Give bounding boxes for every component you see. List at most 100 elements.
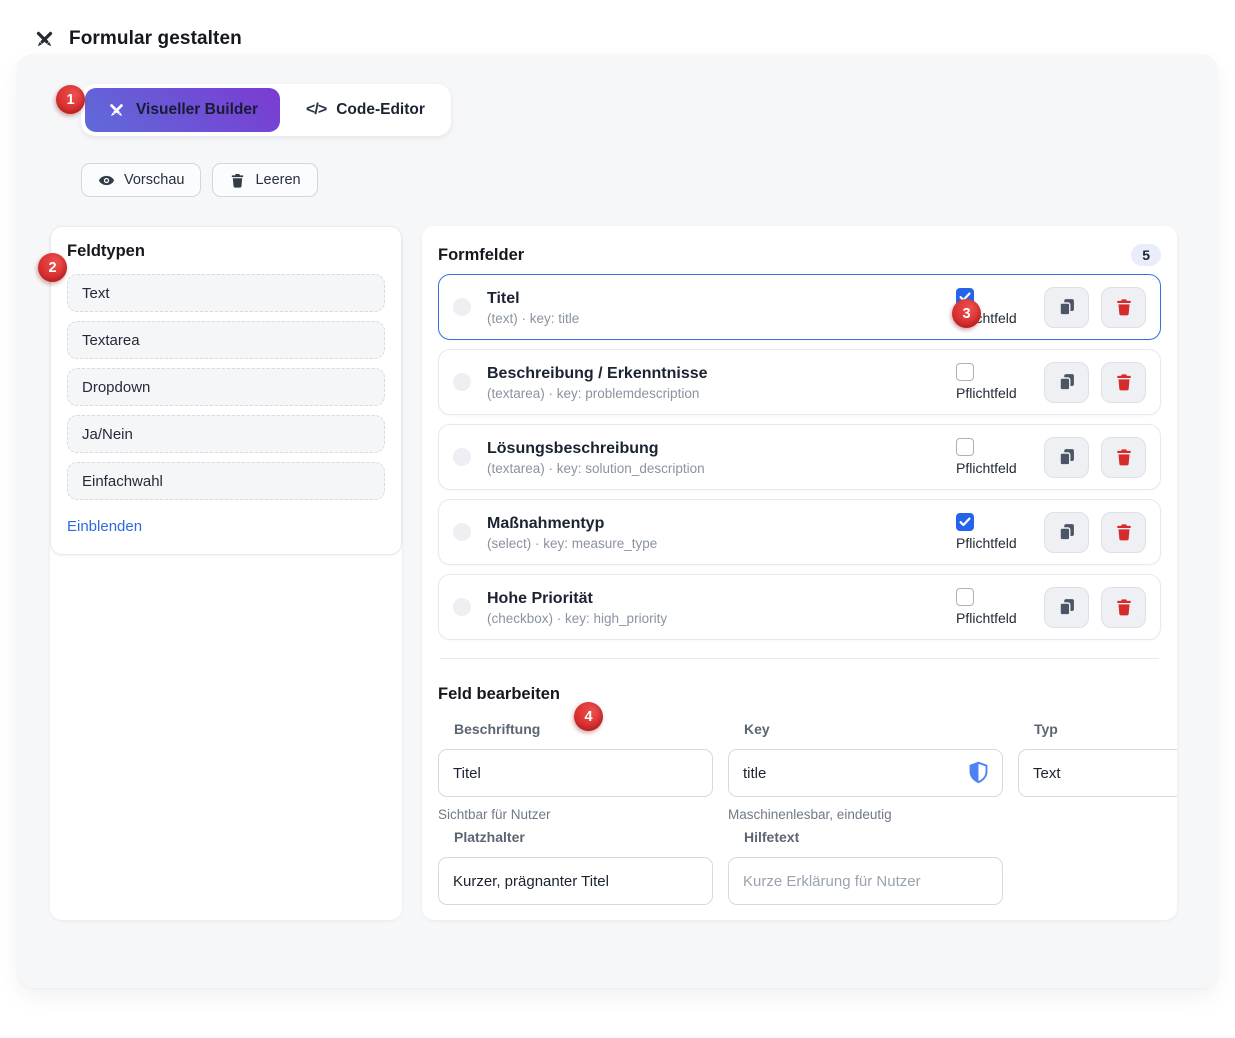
key-input[interactable] bbox=[728, 749, 1003, 797]
fieldtype-item-dropdown[interactable]: Dropdown bbox=[67, 368, 385, 406]
field-row-controls: Pflichtfeld bbox=[956, 362, 1146, 403]
placeholder-field-label: Platzhalter bbox=[438, 829, 713, 847]
required-block: Pflichtfeld bbox=[956, 513, 1032, 551]
tab-visual-builder[interactable]: Visueller Builder bbox=[85, 88, 280, 132]
fieldtype-item-singlechoice[interactable]: Einfachwahl bbox=[67, 462, 385, 500]
copy-icon bbox=[1057, 522, 1077, 542]
fieldtypes-panel: Feldtypen Text Textarea Dropdown Ja/Nein… bbox=[50, 226, 402, 920]
required-checkbox[interactable] bbox=[956, 363, 974, 381]
copy-icon bbox=[1057, 372, 1077, 392]
fieldtypes-title: Feldtypen bbox=[67, 242, 385, 261]
delete-field-button[interactable] bbox=[1101, 587, 1146, 628]
field-row-meta: (textarea) · key: problemdescription bbox=[487, 386, 708, 401]
copy-icon bbox=[1057, 447, 1077, 467]
field-row-meta: (checkbox) · key: high_priority bbox=[487, 611, 667, 626]
helptext-field-label: Hilfetext bbox=[728, 829, 1003, 847]
fieldtype-item-label: Einfachwahl bbox=[82, 473, 163, 490]
field-row-text: Titel (text) · key: title bbox=[487, 289, 579, 326]
label-field-helper: Sichtbar für Nutzer bbox=[438, 807, 713, 825]
field-row-text: Beschreibung / Erkenntnisse (textarea) ·… bbox=[487, 364, 708, 401]
field-row-meta: (select) · key: measure_type bbox=[487, 536, 657, 551]
required-block: Pflichtfeld bbox=[956, 438, 1032, 476]
field-count-badge: 5 bbox=[1131, 244, 1161, 266]
field-row-title-text: Titel bbox=[487, 289, 579, 309]
annotation-badge-2: 2 bbox=[38, 253, 67, 282]
delete-field-button[interactable] bbox=[1101, 512, 1146, 553]
helptext-input[interactable] bbox=[728, 857, 1003, 905]
duplicate-field-button[interactable] bbox=[1044, 437, 1089, 478]
field-row-text: Hohe Priorität (checkbox) · key: high_pr… bbox=[487, 589, 667, 626]
required-block: Pflichtfeld bbox=[956, 588, 1032, 626]
field-row-measuretype[interactable]: Maßnahmentyp (select) · key: measure_typ… bbox=[438, 499, 1161, 565]
required-checkbox[interactable] bbox=[956, 588, 974, 606]
type-select[interactable] bbox=[1018, 749, 1177, 797]
annotation-badge-3: 3 bbox=[952, 299, 981, 328]
duplicate-field-button[interactable] bbox=[1044, 587, 1089, 628]
label-input[interactable] bbox=[438, 749, 713, 797]
mode-tab-group: Visueller Builder </> Code-Editor bbox=[81, 84, 451, 136]
placeholder-input[interactable] bbox=[438, 857, 713, 905]
form-designer-page: Formular gestalten Visueller Builder </>… bbox=[0, 0, 1235, 1038]
eye-icon bbox=[98, 172, 115, 189]
formfields-title: Formfelder bbox=[438, 246, 524, 265]
field-row-title-text: Hohe Priorität bbox=[487, 589, 667, 609]
drag-handle[interactable] bbox=[453, 598, 471, 616]
required-checkbox[interactable] bbox=[956, 513, 974, 531]
drag-handle[interactable] bbox=[453, 448, 471, 466]
trash-icon bbox=[1114, 597, 1134, 617]
tab-code-editor-label: Code-Editor bbox=[336, 101, 425, 119]
builder-container: Visueller Builder </> Code-Editor Vorsch… bbox=[17, 54, 1218, 988]
builder-content: Feldtypen Text Textarea Dropdown Ja/Nein… bbox=[17, 197, 1218, 920]
preview-button[interactable]: Vorschau bbox=[81, 163, 201, 197]
editor-col-type: Typ bbox=[1018, 721, 1177, 905]
show-more-link[interactable]: Einblenden bbox=[67, 518, 142, 535]
field-row-controls: Pflichtfeld bbox=[956, 512, 1146, 553]
field-row-controls: Pflichtfeld bbox=[956, 437, 1146, 478]
field-row-title-text: Beschreibung / Erkenntnisse bbox=[487, 364, 708, 384]
copy-icon bbox=[1057, 297, 1077, 317]
field-row-controls: Pflichtfeld bbox=[956, 287, 1146, 328]
type-field-label: Typ bbox=[1018, 721, 1177, 739]
required-block: Pflichtfeld bbox=[956, 363, 1032, 401]
editor-col-label: Beschriftung Sichtbar für Nutzer Platzha… bbox=[438, 721, 713, 905]
formfields-panel: Formfelder 5 Titel (text) · key: title bbox=[422, 226, 1177, 920]
field-row-description[interactable]: Beschreibung / Erkenntnisse (textarea) ·… bbox=[438, 349, 1161, 415]
field-row-title[interactable]: Titel (text) · key: title Pflichtfeld bbox=[438, 274, 1161, 340]
field-row-meta: (textarea) · key: solution_description bbox=[487, 461, 705, 476]
key-field-helper: Maschinenlesbar, eindeutig bbox=[728, 807, 1003, 825]
drag-handle[interactable] bbox=[453, 298, 471, 316]
field-row-meta: (text) · key: title bbox=[487, 311, 579, 326]
duplicate-field-button[interactable] bbox=[1044, 512, 1089, 553]
delete-field-button[interactable] bbox=[1101, 362, 1146, 403]
field-editor-section: Feld bearbeiten Beschriftung Sichtbar fü… bbox=[438, 685, 1161, 905]
drag-handle[interactable] bbox=[453, 373, 471, 391]
field-row-priority[interactable]: Hohe Priorität (checkbox) · key: high_pr… bbox=[438, 574, 1161, 640]
fieldtype-item-text[interactable]: Text bbox=[67, 274, 385, 312]
fieldtype-item-textarea[interactable]: Textarea bbox=[67, 321, 385, 359]
section-divider bbox=[440, 658, 1159, 659]
delete-field-button[interactable] bbox=[1101, 437, 1146, 478]
required-checkbox[interactable] bbox=[956, 438, 974, 456]
clear-button[interactable]: Leeren bbox=[212, 163, 317, 197]
delete-field-button[interactable] bbox=[1101, 287, 1146, 328]
annotation-badge-1: 1 bbox=[56, 85, 85, 114]
field-editor-grid: Beschriftung Sichtbar für Nutzer Platzha… bbox=[438, 721, 1161, 905]
tab-code-editor[interactable]: </> Code-Editor bbox=[284, 88, 447, 132]
trash-icon bbox=[1114, 522, 1134, 542]
key-input-wrap bbox=[728, 749, 1003, 797]
fieldtypes-card: Feldtypen Text Textarea Dropdown Ja/Nein… bbox=[50, 226, 402, 555]
drag-handle[interactable] bbox=[453, 523, 471, 541]
duplicate-field-button[interactable] bbox=[1044, 287, 1089, 328]
shield-icon bbox=[966, 760, 991, 786]
fieldtype-item-label: Textarea bbox=[82, 332, 140, 349]
fieldtype-item-label: Dropdown bbox=[82, 379, 150, 396]
required-label: Pflichtfeld bbox=[956, 610, 1032, 626]
field-row-solution[interactable]: Lösungsbeschreibung (textarea) · key: so… bbox=[438, 424, 1161, 490]
fieldtype-item-yesno[interactable]: Ja/Nein bbox=[67, 415, 385, 453]
field-row-title-text: Maßnahmentyp bbox=[487, 514, 657, 534]
duplicate-field-button[interactable] bbox=[1044, 362, 1089, 403]
formfields-list: Titel (text) · key: title Pflichtfeld bbox=[438, 274, 1161, 640]
code-icon: </> bbox=[306, 101, 326, 119]
design-tools-icon bbox=[33, 28, 56, 51]
preview-button-label: Vorschau bbox=[124, 172, 184, 188]
